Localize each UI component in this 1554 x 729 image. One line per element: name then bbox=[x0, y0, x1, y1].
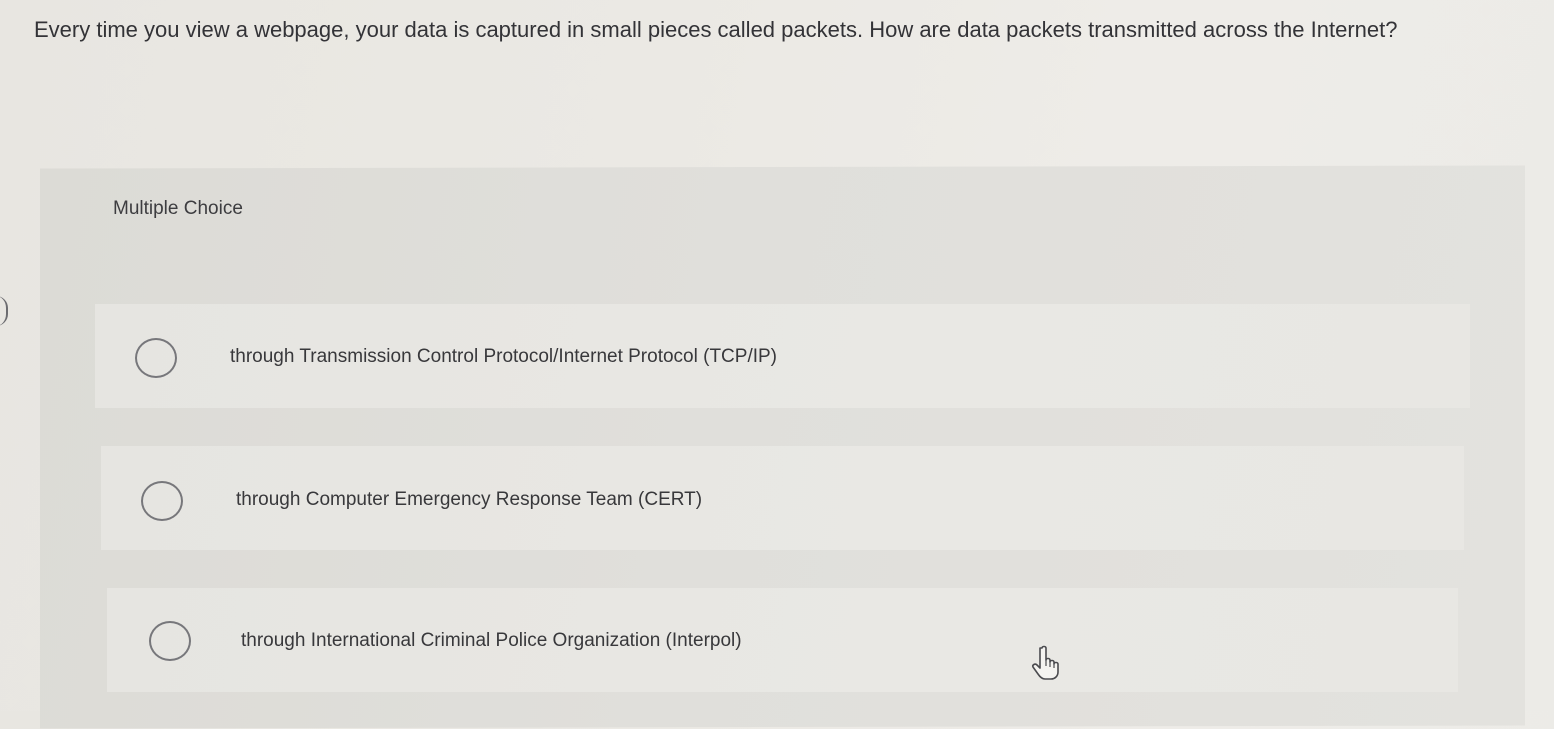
answer-option-label: through International Criminal Police Or… bbox=[241, 630, 742, 651]
question-text: Every time you view a webpage, your data… bbox=[34, 17, 1398, 42]
answer-option-1[interactable]: through Transmission Control Protocol/In… bbox=[95, 304, 1470, 408]
answer-option-3[interactable]: through International Criminal Police Or… bbox=[107, 588, 1458, 692]
radio-circle-icon[interactable] bbox=[135, 338, 177, 378]
radio-circle-icon[interactable] bbox=[141, 481, 183, 521]
radio-circle-icon[interactable] bbox=[149, 621, 191, 661]
answer-option-2[interactable]: through Computer Emergency Response Team… bbox=[101, 446, 1464, 550]
hand-pointer-icon bbox=[1032, 645, 1059, 680]
answer-option-label: through Transmission Control Protocol/In… bbox=[230, 346, 778, 367]
answer-option-label: through Computer Emergency Response Team… bbox=[236, 489, 703, 510]
question-type-label: Multiple Choice bbox=[113, 198, 243, 219]
page-edge-mark bbox=[0, 296, 8, 326]
